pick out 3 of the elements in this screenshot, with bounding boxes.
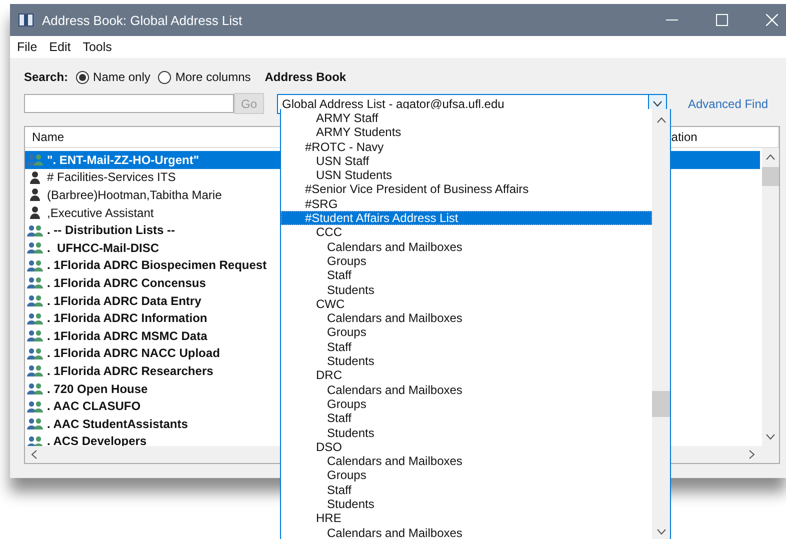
address-book-label: Address Book [264,70,346,84]
window-title: Address Book: Global Address List [42,12,242,28]
search-label: Search: [24,70,68,84]
